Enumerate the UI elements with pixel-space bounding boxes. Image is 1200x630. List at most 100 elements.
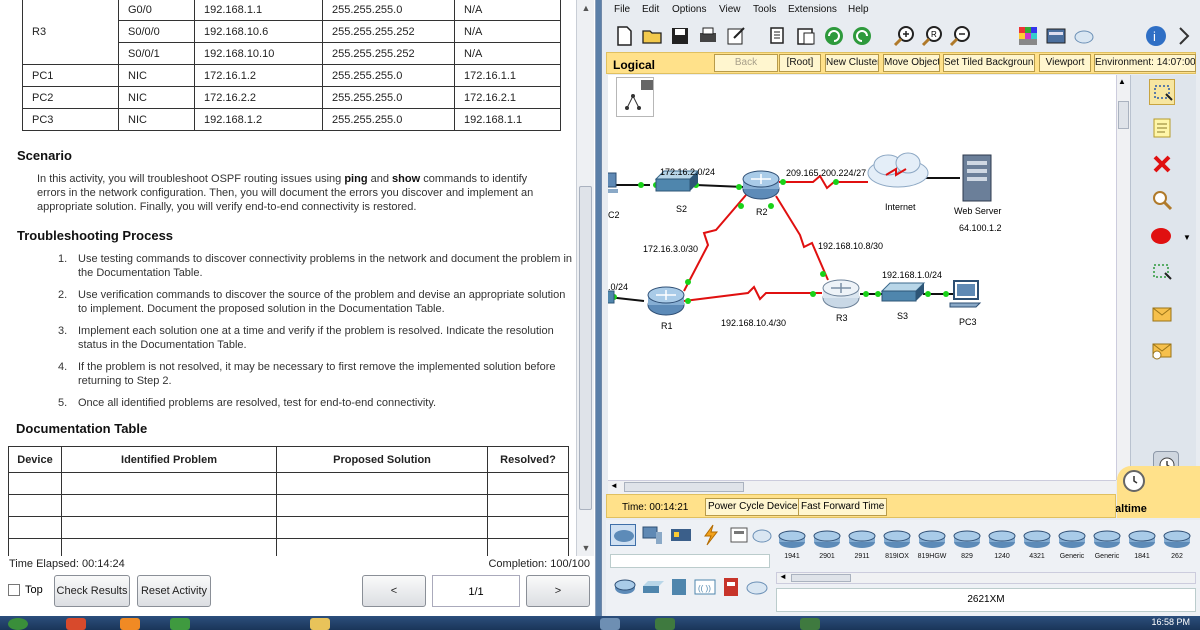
router-r1-icon[interactable] bbox=[647, 286, 685, 316]
menu-help[interactable]: Help bbox=[848, 4, 869, 15]
select-tool-icon[interactable] bbox=[1149, 79, 1175, 105]
device-model-item[interactable]: 262 bbox=[1161, 528, 1193, 568]
end-devices-category-icon[interactable] bbox=[639, 524, 665, 546]
canvas-horizontal-scrollbar[interactable]: ◄ bbox=[608, 480, 1116, 494]
switch-s3-icon[interactable] bbox=[880, 282, 926, 302]
palette-icon[interactable] bbox=[1016, 24, 1040, 48]
scroll-left-icon[interactable]: ◄ bbox=[779, 572, 787, 581]
zoom-reset-icon[interactable]: R bbox=[920, 24, 944, 48]
canvas-scroll-thumb[interactable] bbox=[1118, 101, 1129, 129]
web-server-icon[interactable] bbox=[962, 154, 992, 202]
scroll-down-icon[interactable]: ▼ bbox=[577, 540, 595, 556]
device-model-item[interactable]: 1941 bbox=[776, 528, 808, 568]
connections-category-icon[interactable] bbox=[697, 524, 723, 546]
router-r3-icon[interactable] bbox=[822, 279, 860, 309]
help-icon[interactable]: i bbox=[1144, 24, 1168, 48]
reset-activity-button[interactable]: Reset Activity bbox=[137, 575, 211, 607]
security-subcategory-icon[interactable] bbox=[718, 576, 744, 598]
zoom-in-icon[interactable] bbox=[892, 24, 916, 48]
pc3-icon[interactable] bbox=[949, 280, 982, 308]
miscellaneous-category-icon[interactable] bbox=[726, 524, 752, 546]
add-complex-pdu-icon[interactable] bbox=[1149, 337, 1175, 363]
back-button[interactable]: Back bbox=[714, 54, 778, 72]
menu-extensions[interactable]: Extensions bbox=[788, 4, 837, 15]
device-model-item[interactable]: Generic bbox=[1091, 528, 1123, 568]
fast-forward-time-button[interactable]: Fast Forward Time bbox=[798, 498, 888, 516]
device-model-item[interactable]: 4321 bbox=[1021, 528, 1053, 568]
router-r2-icon[interactable] bbox=[742, 170, 780, 200]
device-model-item[interactable]: 819HGW bbox=[916, 528, 948, 568]
internet-cloud-icon[interactable] bbox=[867, 152, 929, 188]
menu-edit[interactable]: Edit bbox=[642, 4, 659, 15]
shape-dropdown-icon[interactable]: ▼ bbox=[1183, 233, 1191, 242]
print-icon[interactable] bbox=[696, 24, 720, 48]
menu-file[interactable]: File bbox=[614, 4, 630, 15]
scroll-left-icon[interactable]: ◄ bbox=[610, 481, 618, 490]
realtime-mode-tab[interactable]: Realtime bbox=[1101, 466, 1200, 518]
next-page-button[interactable]: > bbox=[526, 575, 590, 607]
scroll-up-icon[interactable]: ▲ bbox=[577, 0, 595, 16]
menu-tools[interactable]: Tools bbox=[753, 4, 776, 15]
switch-subcategory-icon[interactable] bbox=[640, 576, 666, 598]
network-devices-category-icon[interactable] bbox=[610, 524, 636, 546]
note-tool-icon[interactable] bbox=[1149, 115, 1175, 141]
hub-subcategory-icon[interactable] bbox=[666, 576, 692, 598]
save-icon[interactable] bbox=[668, 24, 692, 48]
scroll-up-icon[interactable]: ▲ bbox=[1118, 77, 1126, 86]
start-button-icon[interactable] bbox=[8, 618, 28, 630]
undo-icon[interactable] bbox=[822, 24, 846, 48]
top-checkbox[interactable] bbox=[8, 584, 20, 596]
viewport-button[interactable]: Viewport bbox=[1039, 54, 1091, 72]
device-model-item[interactable]: 1841 bbox=[1126, 528, 1158, 568]
custom-device-icon[interactable] bbox=[1044, 24, 1068, 48]
cloud-icon[interactable] bbox=[1072, 24, 1096, 48]
logical-topology-canvas[interactable]: 172.16.2.0/24 209.165.200.224/27 Interne… bbox=[608, 75, 1116, 480]
taskbar-window2-icon[interactable] bbox=[800, 618, 820, 630]
router-subcategory-icon[interactable] bbox=[612, 576, 638, 598]
check-results-button[interactable]: Check Results bbox=[54, 575, 130, 607]
components-category-icon[interactable] bbox=[668, 524, 694, 546]
redo-icon[interactable] bbox=[850, 24, 874, 48]
device-model-item[interactable]: 1240 bbox=[986, 528, 1018, 568]
models-scroll-thumb[interactable] bbox=[791, 574, 851, 582]
delete-tool-icon[interactable] bbox=[1149, 151, 1175, 177]
taskbar-window-icon[interactable] bbox=[655, 618, 675, 630]
pc2-icon[interactable] bbox=[608, 172, 618, 193]
set-tiled-background-button[interactable]: Set Tiled Background bbox=[943, 54, 1035, 72]
zoom-out-icon[interactable] bbox=[948, 24, 972, 48]
help-arrow-icon[interactable] bbox=[1172, 24, 1196, 48]
new-cluster-button[interactable]: New Cluster bbox=[825, 54, 879, 72]
power-cycle-devices-button[interactable]: Power Cycle Devices bbox=[705, 498, 806, 516]
taskbar-firefox-icon[interactable] bbox=[120, 618, 140, 630]
device-model-item[interactable]: 2901 bbox=[811, 528, 843, 568]
root-button[interactable]: [Root] bbox=[779, 54, 821, 72]
device-model-item[interactable]: Generic bbox=[1056, 528, 1088, 568]
resize-shape-tool-icon[interactable] bbox=[1149, 259, 1175, 285]
menu-view[interactable]: View bbox=[719, 4, 741, 15]
move-object-button[interactable]: Move Object bbox=[883, 54, 940, 72]
wireless-subcategory-icon[interactable]: (( )) bbox=[692, 576, 718, 598]
document-scrollbar[interactable]: ▲ ▼ bbox=[576, 0, 594, 556]
new-file-icon[interactable] bbox=[612, 24, 636, 48]
taskbar-browser-icon[interactable] bbox=[66, 618, 86, 630]
wan-emulation-subcategory-icon[interactable] bbox=[744, 576, 770, 598]
add-simple-pdu-icon[interactable] bbox=[1149, 301, 1175, 327]
copy-icon[interactable] bbox=[766, 24, 790, 48]
switch-s1-icon[interactable] bbox=[608, 290, 615, 304]
inspect-tool-icon[interactable] bbox=[1149, 187, 1175, 213]
paste-icon[interactable] bbox=[794, 24, 818, 48]
scroll-thumb[interactable] bbox=[579, 186, 592, 510]
taskbar-folder-icon[interactable] bbox=[310, 618, 330, 630]
draw-shape-tool-icon[interactable] bbox=[1149, 223, 1175, 249]
previous-page-button[interactable]: < bbox=[362, 575, 426, 607]
menu-options[interactable]: Options bbox=[672, 4, 706, 15]
taskbar-packet-tracer-icon[interactable] bbox=[600, 618, 620, 630]
activity-wizard-icon[interactable] bbox=[724, 24, 748, 48]
device-model-item[interactable]: 829 bbox=[951, 528, 983, 568]
device-model-item[interactable]: 2911 bbox=[846, 528, 878, 568]
environment-button[interactable]: Environment: 14:07:00 bbox=[1094, 54, 1196, 72]
device-model-item[interactable]: 819IOX bbox=[881, 528, 913, 568]
models-scrollbar[interactable]: ◄ bbox=[776, 572, 1196, 584]
taskbar-app-icon[interactable] bbox=[170, 618, 190, 630]
open-folder-icon[interactable] bbox=[640, 24, 664, 48]
